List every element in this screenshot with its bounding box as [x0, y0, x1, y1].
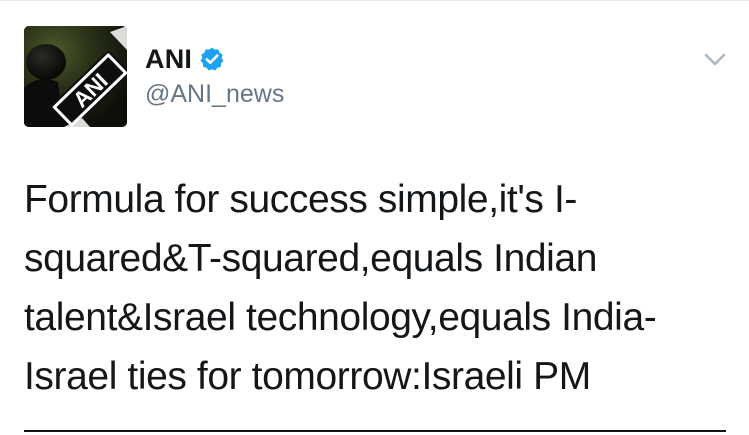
tweet-text-line: squared&T-squared,equals Indian	[24, 237, 598, 280]
tweet-text-line: Israel ties for tomorrow:Israeli PM	[24, 355, 591, 398]
chevron-down-icon[interactable]	[700, 47, 730, 73]
ani-logo-image: ANI	[24, 26, 127, 127]
tweet-card: ANI ANI @ANI_news Formula for success si…	[0, 0, 749, 435]
tweet-text: Formula for success simple,it's I-square…	[24, 170, 724, 406]
author-name-row: ANI	[145, 42, 225, 76]
avatar[interactable]: ANI	[24, 26, 127, 127]
tweet-text-line: Formula for success simple,it's I-	[24, 178, 577, 221]
top-divider	[0, 0, 749, 1]
tweet-text-line: talent&Israel technology,equals India-	[24, 296, 657, 339]
verified-badge-icon	[199, 46, 225, 72]
author-display-name[interactable]: ANI	[145, 44, 192, 75]
author-handle[interactable]: @ANI_news	[145, 80, 284, 109]
bottom-divider	[24, 430, 726, 432]
